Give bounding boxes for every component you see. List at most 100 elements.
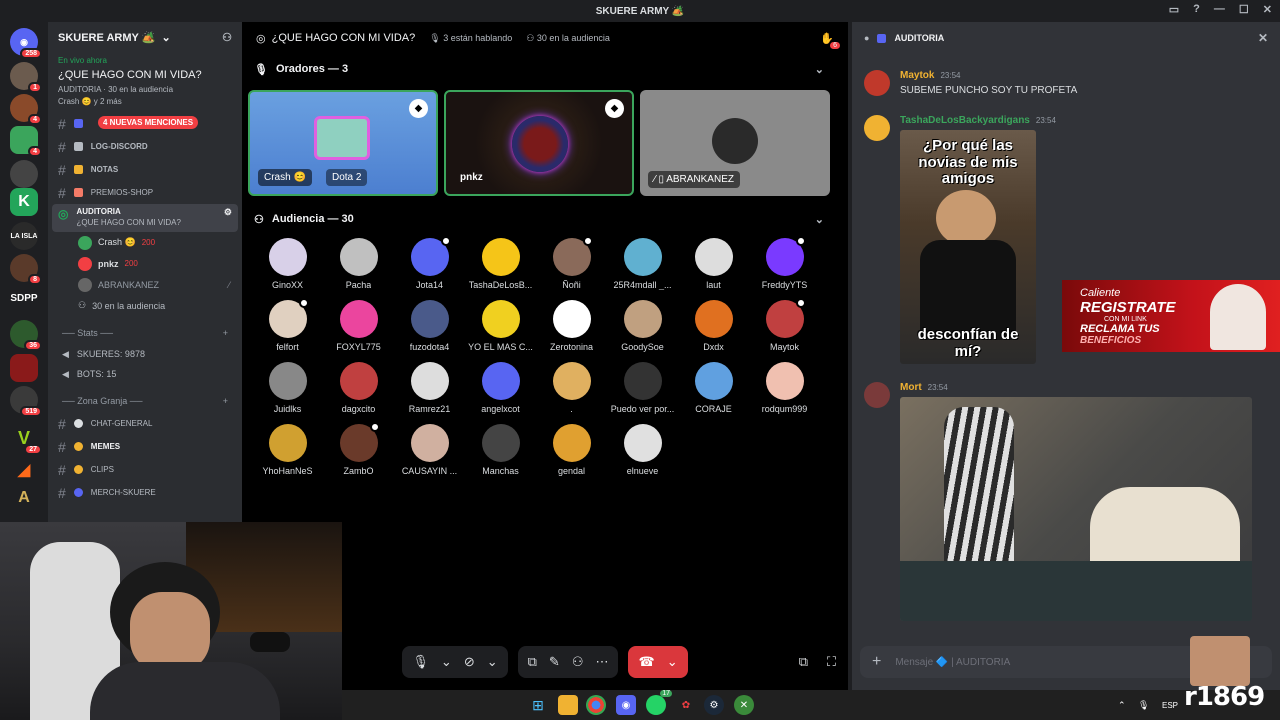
channel-item[interactable]: # CLIPS bbox=[48, 458, 242, 481]
audience-member[interactable]: Puedo ver por... bbox=[607, 362, 678, 414]
language-indicator[interactable]: ESP bbox=[1162, 701, 1178, 710]
audience-member[interactable]: Ramrez21 bbox=[394, 362, 465, 414]
audience-section-header[interactable]: ⚇ Audiencia — 30 ⌄ bbox=[242, 204, 848, 234]
leave-call-button[interactable]: ☎ ⌄ bbox=[628, 646, 688, 678]
channel-item[interactable]: # MERCH-SKUERE bbox=[48, 481, 242, 504]
server-icon[interactable]: 519 bbox=[10, 386, 42, 417]
activity-icon[interactable]: ✎ bbox=[549, 654, 560, 670]
server-icon[interactable] bbox=[10, 160, 38, 188]
stage-actions[interactable]: ⧉ ✎ ⚇ ⋯ bbox=[517, 646, 619, 678]
audience-member[interactable]: Ñoñi bbox=[536, 236, 607, 290]
kick-server-icon[interactable]: K bbox=[10, 188, 38, 216]
invite-icon[interactable]: ⚇ bbox=[572, 654, 584, 670]
audience-member[interactable]: 25R4mdall _... bbox=[607, 238, 678, 290]
audience-member[interactable]: GinoXX bbox=[252, 238, 323, 290]
steam-icon[interactable]: ⚙ bbox=[704, 695, 724, 715]
chrome-icon[interactable] bbox=[586, 695, 606, 715]
audience-member[interactable]: fuzodota4 bbox=[394, 300, 465, 352]
close-window-icon[interactable]: ✕ bbox=[1263, 3, 1272, 16]
maximize-icon[interactable]: ☐ bbox=[1239, 3, 1249, 16]
server-icon[interactable]: 4 bbox=[10, 94, 42, 125]
message-author[interactable]: Mort bbox=[900, 382, 922, 393]
live-stage-card[interactable]: En vivo ahora ¿QUE HAGO CON MI VIDA? AUD… bbox=[48, 52, 242, 112]
channel-item[interactable]: # PREMIOS-SHOP bbox=[48, 181, 242, 204]
server-icon[interactable]: 4 bbox=[10, 126, 42, 157]
audience-member[interactable]: FreddyYTS bbox=[749, 236, 820, 290]
inbox-icon[interactable]: ▭ bbox=[1169, 3, 1179, 16]
server-icon[interactable]: 1 bbox=[10, 62, 42, 93]
add-attachment-icon[interactable]: + bbox=[872, 653, 881, 671]
voice-user[interactable]: Crash 😊 200 bbox=[48, 232, 242, 253]
audience-member[interactable]: ZambO bbox=[323, 422, 394, 476]
server-icon[interactable]: V 27 bbox=[10, 424, 42, 455]
category-zona[interactable]: ── Zona Granja ── + bbox=[48, 390, 242, 412]
stat-channel[interactable]: ◀ BOTS: 15 bbox=[48, 364, 242, 384]
server-icon[interactable]: 36 bbox=[10, 320, 42, 351]
speaker-tile[interactable]: ⁄ ▯ ABRANKANEZ bbox=[640, 90, 830, 196]
audience-member[interactable]: TashaDeLosB... bbox=[465, 238, 536, 290]
avatar[interactable] bbox=[864, 70, 890, 96]
audience-member[interactable]: angelxcot bbox=[465, 362, 536, 414]
stage-channel-auditoria[interactable]: ◎ AUDITORIA ¿QUE HAGO CON MI VIDA? ⚙ bbox=[52, 204, 238, 232]
channel-item[interactable]: # CHAT-GENERAL bbox=[48, 412, 242, 435]
avatar[interactable] bbox=[864, 382, 890, 408]
start-icon[interactable]: ⊞ bbox=[528, 695, 548, 715]
voice-user[interactable]: pnkz 200 bbox=[48, 253, 242, 274]
message-author[interactable]: Maytok bbox=[900, 70, 934, 81]
audience-member[interactable]: Jota14 bbox=[394, 236, 465, 290]
chevron-down-icon[interactable]: ⌄ bbox=[441, 654, 452, 670]
video-embed[interactable] bbox=[900, 397, 1252, 621]
voice-audience-row[interactable]: ⚇ 30 en la audiencia bbox=[48, 295, 242, 316]
server-icon[interactable]: LA ISLA bbox=[10, 222, 38, 250]
pin-icon[interactable]: ◆ bbox=[605, 99, 624, 118]
share-screen-icon[interactable]: ⧉ bbox=[528, 654, 537, 670]
server-icon[interactable]: A bbox=[10, 484, 38, 512]
discord-icon[interactable]: ◉ bbox=[616, 695, 636, 715]
audience-member[interactable]: FOXYL775 bbox=[323, 300, 394, 352]
minimize-icon[interactable]: — bbox=[1214, 3, 1225, 16]
raise-hand-icon[interactable]: ✋ 6 bbox=[820, 32, 840, 49]
audience-member[interactable]: GoodySoe bbox=[607, 300, 678, 352]
channel-item[interactable]: # MEMES bbox=[48, 435, 242, 458]
audience-member[interactable]: CAUSAYIN ... bbox=[394, 424, 465, 476]
category-stats[interactable]: ── Stats ── + bbox=[48, 322, 242, 344]
audience-member[interactable]: felfort bbox=[252, 298, 323, 352]
add-channel-icon[interactable]: + bbox=[223, 328, 228, 338]
chevron-down-icon[interactable]: ⌄ bbox=[487, 654, 498, 670]
audience-member[interactable]: elnueve bbox=[607, 424, 678, 476]
server-icon[interactable]: SDPP bbox=[10, 284, 38, 312]
tray-mic-icon[interactable]: 🎙 bbox=[1138, 700, 1149, 711]
meme-image[interactable]: ¿Por qué las novias de mis amigos descon… bbox=[900, 130, 1036, 364]
voice-user[interactable]: ABRANKANEZ ⁄ bbox=[48, 274, 242, 295]
server-icon[interactable]: ◢ bbox=[10, 456, 38, 484]
message-author[interactable]: TashaDeLosBackyardigans bbox=[900, 115, 1030, 126]
mic-control[interactable]: 🎙 ⌄ ⊘ ⌄ bbox=[402, 646, 508, 678]
server-header[interactable]: SKUERE ARMY 🏕️ ⌄ ⚇ bbox=[48, 22, 242, 52]
speaker-tile[interactable]: ◆ Crash 😊 Dota 2 bbox=[248, 90, 438, 196]
stat-channel[interactable]: ◀ SKUERES: 9878 bbox=[48, 344, 242, 364]
server-icon[interactable]: 8 bbox=[10, 254, 42, 285]
channel-item[interactable]: # NOTAS bbox=[48, 158, 242, 181]
channel-item[interactable]: #4 NUEVAS MENCIONES bbox=[48, 112, 242, 135]
pin-icon[interactable]: ◆ bbox=[409, 99, 428, 118]
avatar[interactable] bbox=[864, 115, 890, 141]
audience-member[interactable]: Manchas bbox=[465, 424, 536, 476]
audience-member[interactable]: Dxdx bbox=[678, 300, 749, 352]
speaker-tile[interactable]: ◆ pnkz bbox=[444, 90, 634, 196]
audience-member[interactable]: laut bbox=[678, 238, 749, 290]
help-icon[interactable]: ? bbox=[1193, 3, 1200, 16]
mic-icon[interactable]: 🎙 bbox=[412, 654, 429, 670]
mentions-pill[interactable]: 4 NUEVAS MENCIONES bbox=[98, 116, 199, 129]
xbox-icon[interactable]: ✕ bbox=[734, 695, 754, 715]
audience-member[interactable]: YhoHanNeS bbox=[252, 424, 323, 476]
app-icon[interactable]: ✿ bbox=[676, 695, 696, 715]
add-member-icon[interactable]: ⚇ bbox=[222, 31, 232, 44]
audience-member[interactable]: YO EL MAS C... bbox=[465, 300, 536, 352]
chevron-down-icon[interactable]: ⌄ bbox=[667, 654, 678, 670]
fullscreen-icon[interactable]: ⛶ bbox=[827, 654, 836, 670]
tray-chevron-icon[interactable]: ⌃ bbox=[1118, 700, 1126, 711]
more-icon[interactable]: ⋯ bbox=[595, 654, 608, 670]
audience-member[interactable]: Zerotonina bbox=[536, 300, 607, 352]
audience-member[interactable]: gendal bbox=[536, 424, 607, 476]
popout-icon[interactable]: ⧉ bbox=[799, 654, 808, 670]
